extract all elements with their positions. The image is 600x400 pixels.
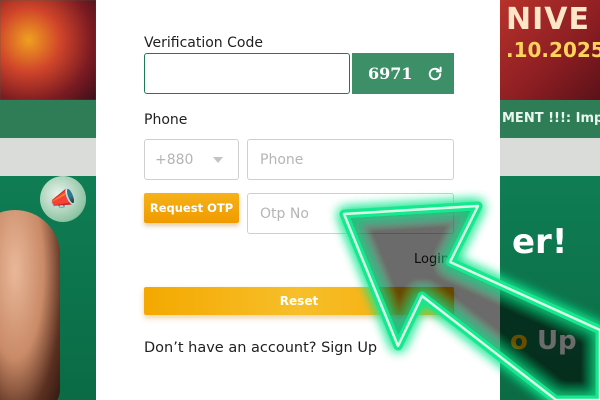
promo-up-prefix: o xyxy=(510,326,528,356)
country-code-select[interactable]: +880 xyxy=(144,139,239,180)
country-code-value: +880 xyxy=(155,151,194,168)
reset-button[interactable]: Reset xyxy=(144,287,454,315)
promo-subheadline: o Up xyxy=(510,326,577,356)
captcha-code: 6971 xyxy=(368,64,413,83)
background-promo-panel xyxy=(500,176,600,400)
background-nav-bar xyxy=(0,100,96,138)
request-otp-button[interactable]: Request OTP xyxy=(144,193,239,223)
background-left-panel: 📣 xyxy=(0,0,96,400)
background-right-panel: NIVE .10.2025 MENT !!!: Imp er! o Up xyxy=(500,0,600,400)
promo-model-image xyxy=(0,210,60,400)
background-banner-image xyxy=(0,0,96,100)
login-link[interactable]: Login xyxy=(414,252,449,267)
captcha-box[interactable]: 6971 xyxy=(352,53,454,94)
forgot-password-modal: Verification Code 6971 Phone +880 Phone … xyxy=(96,0,500,400)
signup-prompt: Don’t have an account? Sign Up xyxy=(144,340,377,356)
otp-input[interactable]: Otp No xyxy=(247,193,454,234)
background-marquee-bar xyxy=(0,138,96,176)
background-strip xyxy=(500,138,600,176)
chevron-down-icon xyxy=(213,156,224,163)
signup-question: Don’t have an account? xyxy=(144,340,317,356)
banner-date: .10.2025 xyxy=(506,38,600,62)
verification-code-input[interactable] xyxy=(144,53,350,94)
phone-label: Phone xyxy=(144,112,188,128)
banner-title: NIVE xyxy=(506,2,590,37)
megaphone-icon: 📣 xyxy=(40,176,86,222)
phone-input[interactable]: Phone xyxy=(247,139,454,180)
promo-up-word: Up xyxy=(536,326,577,356)
verification-code-label: Verification Code xyxy=(144,35,263,51)
refresh-icon[interactable] xyxy=(426,65,444,83)
signup-link[interactable]: Sign Up xyxy=(321,340,377,356)
promo-headline: er! xyxy=(512,222,568,262)
announcement-marquee: MENT !!!: Imp xyxy=(500,100,600,138)
